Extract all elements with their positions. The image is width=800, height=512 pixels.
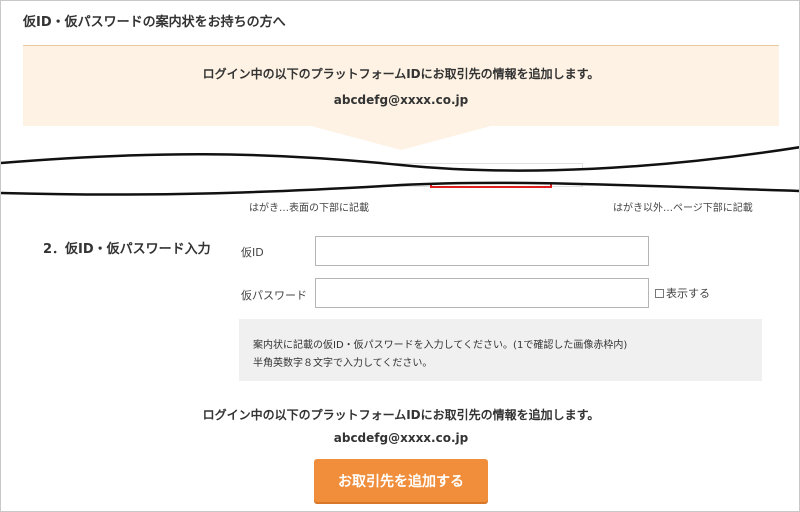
section2-title: 2．仮ID・仮パスワード入力 bbox=[43, 242, 211, 257]
help-text-line: 半角英数字８文字で入力してください。 bbox=[253, 358, 433, 369]
temp-id-input[interactable] bbox=[315, 236, 649, 266]
notice-text: ログイン中の以下のプラットフォームIDにお取引先の情報を追加します。 bbox=[202, 67, 600, 81]
notice-arrow bbox=[311, 126, 491, 150]
show-password-label: 表示する bbox=[666, 287, 710, 300]
section1-title: 1．案内状の確認 bbox=[41, 165, 149, 181]
temp-password-input[interactable] bbox=[315, 278, 649, 308]
postcard-sample-label: 仮ID・仮パスワード bbox=[248, 171, 330, 181]
confirm-email: abcdefg@xxxx.co.jp bbox=[333, 431, 469, 445]
temp-id-label: 仮ID bbox=[241, 246, 264, 259]
caption-postcard: はがき…表面の下部に記載 bbox=[249, 203, 369, 214]
caption-other: はがき以外…ページ下部に記載 bbox=[613, 203, 753, 214]
add-partner-button[interactable]: お取引先を追加する bbox=[314, 459, 488, 502]
page-frame: 仮ID・仮パスワードの案内状をお持ちの方へ ログイン中の以下のプラットフォームI… bbox=[0, 0, 800, 512]
postcard-sample-image: 仮ID・仮パスワード bbox=[239, 163, 583, 188]
letter-sample-image bbox=[613, 165, 753, 187]
sample-line bbox=[613, 181, 627, 182]
notice-email: abcdefg@xxxx.co.jp bbox=[333, 93, 469, 107]
sample-line bbox=[643, 177, 703, 178]
sample-line bbox=[613, 177, 633, 178]
temp-password-label: 仮パスワード bbox=[241, 289, 307, 302]
show-password-toggle[interactable]: 表示する bbox=[655, 286, 710, 300]
highlight-frame bbox=[430, 170, 552, 188]
page-title: 仮ID・仮パスワードの案内状をお持ちの方へ bbox=[23, 15, 286, 30]
show-password-checkbox[interactable] bbox=[655, 288, 664, 298]
help-text-line: 案内状に記載の仮ID・仮パスワードを入力してください。(1で確認した画像赤枠内) bbox=[253, 340, 628, 351]
input-help-box: 案内状に記載の仮ID・仮パスワードを入力してください。(1で確認した画像赤枠内)… bbox=[239, 319, 762, 381]
sample-line bbox=[643, 181, 698, 182]
notice-banner: ログイン中の以下のプラットフォームIDにお取引先の情報を追加します。 abcde… bbox=[23, 46, 779, 126]
confirm-text: ログイン中の以下のプラットフォームIDにお取引先の情報を追加します。 bbox=[202, 408, 600, 422]
